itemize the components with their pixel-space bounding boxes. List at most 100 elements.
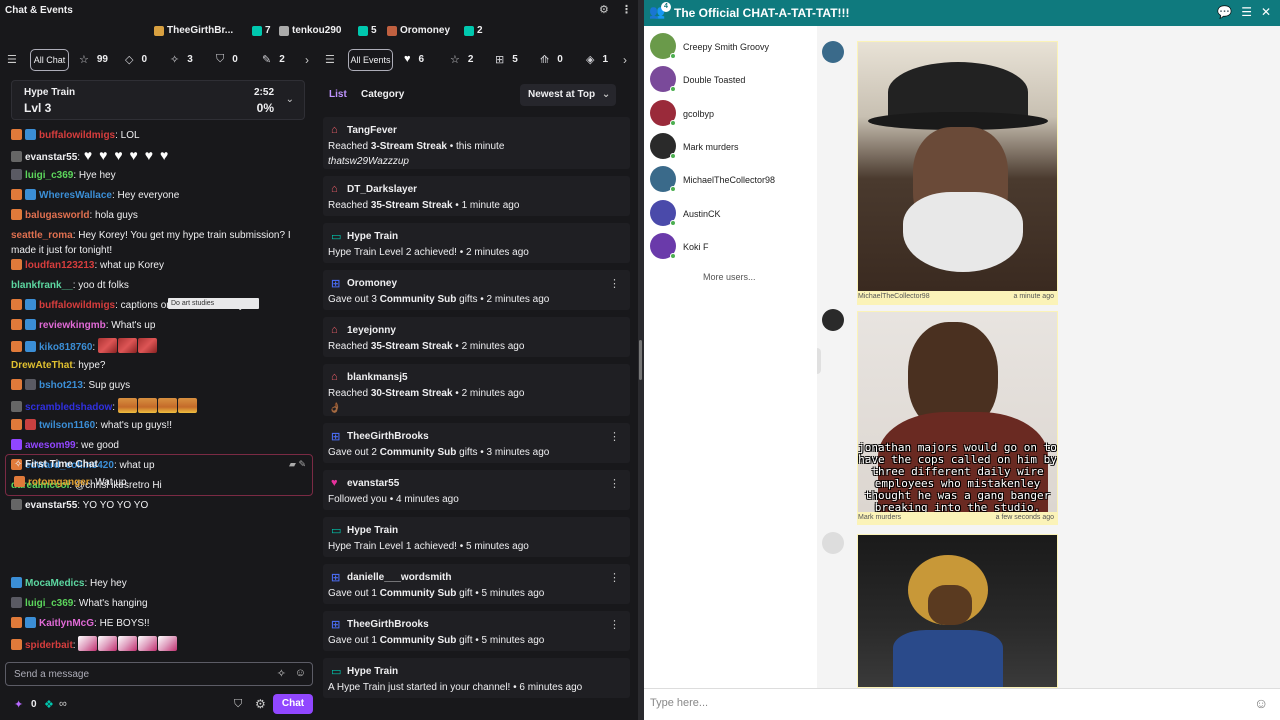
tab-category[interactable]: Category — [361, 89, 404, 100]
filter-menu-icon[interactable]: ☰ — [7, 53, 17, 66]
stat-raids[interactable]: ⟰ 0 — [540, 53, 563, 66]
chat-username[interactable]: MocaMedics — [25, 578, 84, 589]
event-item[interactable]: ▭ Hype Train Hype Train Level 1 achieved! … — [323, 517, 630, 557]
event-user[interactable]: Hype Train — [347, 231, 398, 242]
event-user[interactable]: evanstar55 — [347, 478, 399, 489]
event-item[interactable]: ⌂ TangFever Reached 3-Stream Streak • this… — [323, 117, 630, 169]
menu-icon[interactable]: ☰ — [1241, 5, 1252, 19]
hype-emote-icon[interactable] — [157, 398, 177, 413]
all-chat-tab[interactable]: All Chat — [30, 49, 69, 71]
image-message-1[interactable]: MichaelTheCollector98 a minute ago — [857, 41, 1058, 305]
red-emote-icon[interactable] — [137, 338, 157, 353]
more-users-link[interactable]: More users... — [703, 272, 756, 282]
more-vert-icon[interactable]: ⋮ — [609, 618, 620, 631]
chat-username[interactable]: kiko818760 — [39, 342, 92, 353]
stat-mod[interactable]: ⛉ 0 — [216, 53, 238, 66]
emoji-icon[interactable]: ☺ — [1254, 695, 1270, 711]
event-user[interactable]: danielle___wordsmith — [347, 572, 451, 583]
gift-leader-1[interactable]: TheeGirthBr... — [154, 25, 233, 36]
user-settings-icon[interactable]: ⚙ — [599, 3, 609, 16]
event-item[interactable]: ⊞ TheeGirthBrooks Gave out 2 Community Sub… — [323, 423, 630, 463]
user-list-item[interactable]: Creepy Smith Groovy — [650, 33, 815, 63]
emote-icon[interactable] — [158, 636, 178, 651]
stat-subs[interactable]: ☆ 2 — [450, 53, 473, 66]
red-emote-icon[interactable] — [117, 338, 137, 353]
more-vert-icon[interactable]: ⋮ — [609, 571, 620, 584]
event-user[interactable]: TangFever — [347, 125, 397, 136]
chevron-down-icon[interactable]: ⌄ — [286, 94, 294, 105]
event-item[interactable]: ⌂ blankmansj5 Reached 30-Stream Streak • 2… — [323, 364, 630, 416]
chat-username[interactable]: seattle_roma — [11, 230, 73, 241]
resize-handle[interactable] — [639, 340, 642, 380]
chat-username[interactable]: WheresWallace — [39, 190, 112, 201]
chat-username[interactable]: luigi_c369 — [25, 170, 73, 181]
settings-gear-icon[interactable]: ⚙ — [255, 697, 266, 711]
channel-points-icon[interactable]: ✦ — [14, 698, 23, 711]
more-vert-icon[interactable]: ⋮ — [621, 3, 632, 16]
chevron-right-icon[interactable]: › — [305, 53, 309, 67]
gift-leader-3[interactable]: Oromoney — [387, 25, 450, 36]
chat-username[interactable]: buffalowildmigs — [39, 300, 115, 311]
chat-username[interactable]: luigi_c369 — [25, 598, 73, 609]
user-list-item[interactable]: Koki F — [650, 232, 815, 263]
chevron-right-icon[interactable]: › — [623, 53, 627, 67]
creator-points-icon[interactable]: ❖ — [44, 698, 54, 711]
hype-emote-icon[interactable] — [177, 398, 197, 413]
close-icon[interactable]: ✕ — [1261, 5, 1271, 19]
event-user[interactable]: TheeGirthBrooks — [347, 619, 429, 630]
chat-username[interactable]: awesom99 — [25, 440, 76, 451]
user-list-item[interactable]: Mark murders — [650, 132, 815, 163]
more-vert-icon[interactable]: ⋮ — [609, 430, 620, 443]
event-item[interactable]: ⊞ danielle___wordsmith Gave out 1 Communit… — [323, 564, 630, 604]
image-message-3[interactable] — [857, 534, 1058, 688]
wand-icon[interactable]: ✧ — [277, 667, 286, 680]
sort-dropdown[interactable]: Newest at Top ⌄ — [520, 84, 616, 106]
event-user[interactable]: Hype Train — [347, 525, 398, 536]
chat-a-tat-input[interactable]: Type here... ☺ — [644, 688, 1280, 720]
tab-list[interactable]: List — [329, 89, 347, 100]
emote-icon[interactable] — [118, 636, 138, 651]
event-user[interactable]: 1eyejonny — [347, 325, 396, 336]
emote-icon[interactable] — [98, 636, 118, 651]
event-user[interactable]: blankmansj5 — [347, 372, 408, 383]
chat-username[interactable]: DrewAteThat — [11, 360, 73, 371]
mod-shield-icon[interactable]: ⛉ — [234, 698, 242, 711]
chat-username[interactable]: evanstar55 — [25, 152, 77, 163]
hype-emote-icon[interactable] — [117, 398, 137, 413]
more-vert-icon[interactable]: ⋮ — [609, 277, 620, 290]
send-message-input[interactable]: Send a message ✧ ☺ — [5, 662, 313, 686]
chat-username[interactable]: buffalowildmigs — [39, 130, 115, 141]
chat-username[interactable]: balugasworld — [25, 210, 89, 221]
event-item[interactable]: ⌂ 1eyejonny Reached 35-Stream Streak • 2 m… — [323, 317, 630, 357]
chat-username[interactable]: reviewkingmb — [39, 320, 106, 331]
event-item[interactable]: ⊞ TheeGirthBrooks Gave out 1 Community Sub… — [323, 611, 630, 651]
all-events-tab[interactable]: All Events — [348, 49, 393, 71]
chat-bubble-icon[interactable]: 💬 — [1217, 5, 1232, 19]
chat-username[interactable]: twilson1160 — [39, 420, 95, 431]
gift-leader-2[interactable]: tenkou290 — [279, 25, 341, 36]
event-user[interactable]: DT_Darkslayer — [347, 184, 417, 195]
user-list-item[interactable]: gcolbyp — [650, 99, 815, 130]
event-item[interactable]: ▭ Hype Train Hype Train Level 2 achieved! … — [323, 223, 630, 263]
red-emote-icon[interactable] — [97, 338, 117, 353]
event-user[interactable]: Hype Train — [347, 666, 398, 677]
chat-username[interactable]: bshot213 — [39, 380, 83, 391]
emote-picker-icon[interactable]: ☺ — [295, 667, 306, 679]
stat-follows[interactable]: ♥ 6 — [404, 53, 424, 65]
more-vert-icon[interactable]: ⋮ — [609, 477, 620, 490]
event-user[interactable]: Oromoney — [347, 278, 397, 289]
chat-username[interactable]: evanstar55 — [25, 500, 77, 511]
chat-username[interactable]: KaitlynMcG — [39, 618, 94, 629]
chat-send-button[interactable]: Chat — [273, 694, 313, 714]
event-item[interactable]: ♥ evanstar55 Followed you • 4 minutes ago ⋮ — [323, 470, 630, 510]
user-list-item[interactable]: AustinCK — [650, 199, 815, 230]
stat-bits[interactable]: ◇ 0 — [125, 53, 147, 66]
emote-icon[interactable] — [138, 636, 158, 651]
stat-hype[interactable]: ✧ 3 — [170, 53, 193, 66]
chat-username[interactable]: rotomganger — [28, 477, 90, 488]
hype-train-banner[interactable]: Hype Train Lvl 3 2:52 0% ⌄ — [11, 80, 305, 120]
event-item[interactable]: ⌂ DT_Darkslayer Reached 35-Stream Streak •… — [323, 176, 630, 216]
stat-pen[interactable]: ✎ 2 — [262, 53, 285, 66]
stat-favorites[interactable]: ☆ 99 — [79, 53, 108, 66]
chat-username[interactable]: blankfrank__ — [11, 280, 73, 291]
